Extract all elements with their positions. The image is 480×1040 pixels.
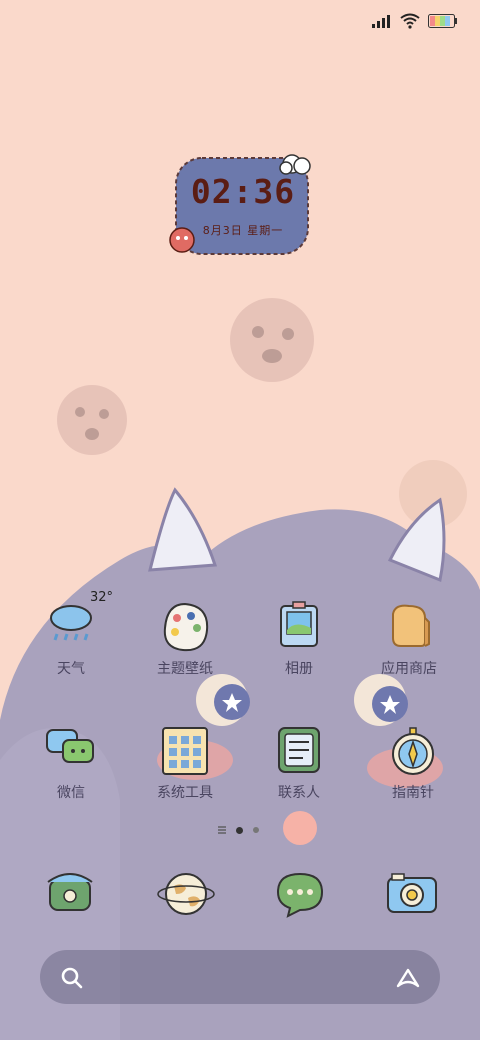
page-dot-active[interactable]	[236, 826, 243, 834]
chat-bubbles-icon	[46, 729, 94, 763]
app-label: 系统工具	[157, 785, 213, 801]
photo-icon	[280, 601, 318, 647]
battery-icon	[428, 14, 457, 28]
app-wechat[interactable]: 微信	[16, 724, 126, 834]
bread-icon	[392, 604, 430, 647]
app-label: 相册	[285, 661, 313, 677]
compass-icon	[392, 727, 434, 775]
search-bar[interactable]	[40, 950, 440, 1004]
clock-time: 02:36	[190, 172, 296, 211]
clock-widget[interactable]: 02:36 8月3日 星期一	[168, 152, 318, 260]
assistant-icon[interactable]	[394, 964, 422, 992]
palette-icon	[163, 602, 209, 652]
search-icon[interactable]	[58, 964, 86, 992]
app-gallery[interactable]: 相册	[244, 600, 354, 710]
app-theme-wallpaper[interactable]: 主题壁纸	[130, 600, 240, 710]
weather-icon	[50, 605, 92, 641]
app-compass[interactable]: 指南针	[358, 724, 468, 834]
page-indicator[interactable]	[218, 822, 268, 838]
app-store[interactable]: 应用商店	[354, 600, 464, 710]
camera-icon[interactable]	[382, 864, 442, 924]
menu-lines-icon	[218, 826, 226, 834]
page-dot[interactable]	[253, 827, 259, 833]
app-contacts[interactable]: 联系人	[244, 724, 354, 834]
phone-icon[interactable]	[40, 864, 100, 924]
app-label: 天气	[57, 661, 85, 677]
app-label: 指南针	[392, 785, 434, 801]
signal-icon	[372, 15, 390, 28]
app-label: 应用商店	[381, 661, 437, 677]
calendar-board-icon	[162, 727, 208, 775]
globe-icon[interactable]	[156, 864, 216, 924]
app-label: 主题壁纸	[157, 661, 213, 677]
clock-date: 8月3日 星期一	[202, 224, 284, 237]
wifi-icon	[400, 13, 420, 29]
app-system-tools[interactable]: 系统工具	[130, 724, 240, 834]
contacts-icon	[278, 727, 320, 773]
status-bar	[372, 8, 458, 34]
app-label: 微信	[57, 785, 85, 801]
message-icon[interactable]	[270, 864, 330, 924]
app-weather[interactable]: 天气	[16, 600, 126, 710]
app-label: 联系人	[278, 785, 320, 801]
